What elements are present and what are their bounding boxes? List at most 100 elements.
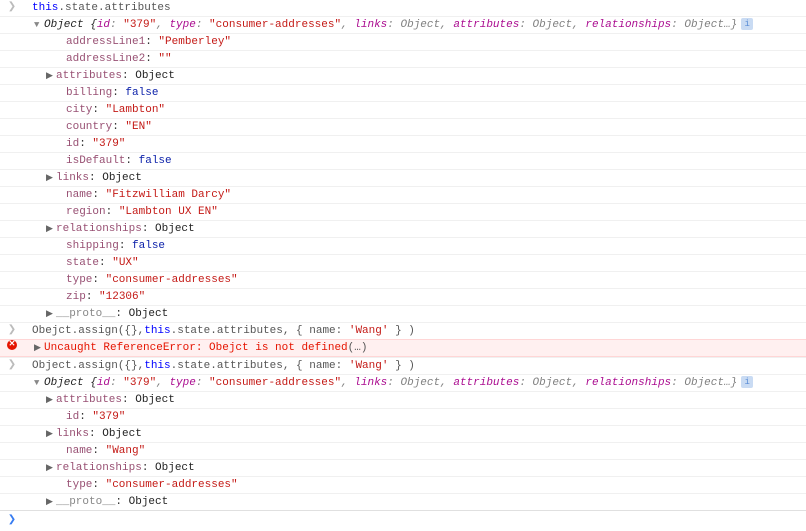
token: : [115,308,128,320]
console-line-plain: shipping: false [0,237,806,254]
line-content[interactable]: id: "379" [20,409,802,425]
token: : [110,19,123,31]
line-content[interactable]: isDefault: false [20,153,802,169]
line-content[interactable]: type: "consumer-addresses" [20,477,802,493]
line-content[interactable]: __proto__: Object [20,306,802,322]
token: "379" [92,411,125,423]
disclosure-triangle-closed-icon[interactable] [46,392,56,408]
token: , [341,377,354,389]
token: : [122,70,135,82]
console-line-plain: country: "EN" [0,118,806,135]
token: : [92,274,105,286]
disclosure-triangle-closed-icon[interactable] [46,68,56,84]
token: isDefault [66,155,125,167]
token: Uncaught ReferenceError: Obejct is not d… [44,342,348,354]
disclosure-triangle-closed-icon[interactable] [46,170,56,186]
line-content[interactable]: zip: "12306" [20,289,802,305]
token: : [89,428,102,440]
token: links [354,19,387,31]
token: "UX" [112,257,138,269]
line-content[interactable]: name: "Fitzwilliam Darcy" [20,187,802,203]
token: : Object, [387,19,453,31]
line-content[interactable]: Object.assign({},this.state.attributes, … [20,358,802,374]
line-content[interactable]: attributes: Object [20,68,802,84]
console-line-input: ❯this.state.attributes [0,0,806,16]
token: : [122,394,135,406]
token: : [110,377,123,389]
line-content[interactable]: name: "Wang" [20,443,802,459]
token: __proto__ [56,496,115,508]
line-content[interactable]: city: "Lambton" [20,102,802,118]
token: Object [135,70,175,82]
token: id [66,138,79,150]
console-line-plain: links: Object [0,169,806,186]
line-content[interactable]: addressLine2: "" [20,51,802,67]
token: : [79,411,92,423]
console-line-plain: type: "consumer-addresses" [0,476,806,493]
console-output: ❯this.state.attributesObject {id: "379",… [0,0,806,510]
line-content[interactable]: this.state.attributes [20,0,802,16]
console-line-plain: name: "Wang" [0,442,806,459]
line-content[interactable]: region: "Lambton UX EN" [20,204,802,220]
token: links [354,377,387,389]
token: : Object, [519,19,585,31]
token: type [66,274,92,286]
token: : [79,138,92,150]
line-content[interactable]: id: "379" [20,136,802,152]
line-content[interactable]: state: "UX" [20,255,802,271]
disclosure-triangle-closed-icon[interactable] [46,221,56,237]
token: "Lambton UX EN" [119,206,218,218]
token: Object [155,223,195,235]
disclosure-triangle-closed-icon[interactable] [46,494,56,510]
token: region [66,206,106,218]
line-content[interactable]: relationships: Object [20,221,802,237]
line-content[interactable]: relationships: Object [20,460,802,476]
token: name [66,189,92,201]
line-content[interactable]: shipping: false [20,238,802,254]
token: false [125,87,158,99]
token: Object { [44,377,97,389]
token: "EN" [125,121,151,133]
info-badge-icon[interactable]: i [741,18,753,30]
token: : [145,36,158,48]
line-content[interactable]: Uncaught ReferenceError: Obejct is not d… [20,340,802,356]
line-content[interactable]: billing: false [20,85,802,101]
token: attributes [453,19,519,31]
line-content[interactable]: links: Object [20,426,802,442]
token: type [66,479,92,491]
console-line-error: ✕Uncaught ReferenceError: Obejct is not … [0,339,806,357]
disclosure-triangle-closed-icon[interactable] [34,340,44,356]
line-content[interactable]: Obejct.assign({},this.state.attributes, … [20,323,802,339]
token: : [92,479,105,491]
line-content[interactable]: links: Object [20,170,802,186]
token: relationships [585,377,671,389]
token: country [66,121,112,133]
line-content[interactable]: country: "EN" [20,119,802,135]
disclosure-triangle-open-icon[interactable] [34,17,44,33]
disclosure-triangle-open-icon[interactable] [34,375,44,391]
token: "consumer-addresses" [209,19,341,31]
line-content[interactable]: Object {id: "379", type: "consumer-addre… [20,17,802,33]
token: "Fitzwilliam Darcy" [106,189,231,201]
console-line-plain: city: "Lambton" [0,101,806,118]
info-badge-icon[interactable]: i [741,376,753,388]
console-line-plain: __proto__: Object [0,305,806,322]
line-content[interactable]: type: "consumer-addresses" [20,272,802,288]
token: : [119,240,132,252]
line-content[interactable]: addressLine1: "Pemberley" [20,34,802,50]
token: : [196,377,209,389]
line-content[interactable]: Object {id: "379", type: "consumer-addre… [20,375,802,391]
disclosure-triangle-closed-icon[interactable] [46,460,56,476]
token: .state.attributes [58,2,170,14]
disclosure-triangle-closed-icon[interactable] [46,306,56,322]
token: addressLine2 [66,53,145,65]
line-content[interactable]: attributes: Object [20,392,802,408]
token: addressLine1 [66,36,145,48]
console-prompt-row[interactable]: ❯ [0,510,806,531]
line-content[interactable]: __proto__: Object [20,494,802,510]
token: "consumer-addresses" [106,479,238,491]
disclosure-triangle-closed-icon[interactable] [46,426,56,442]
token: this [144,360,170,372]
token: attributes [56,394,122,406]
token: .state.attributes, { name: [171,360,349,372]
